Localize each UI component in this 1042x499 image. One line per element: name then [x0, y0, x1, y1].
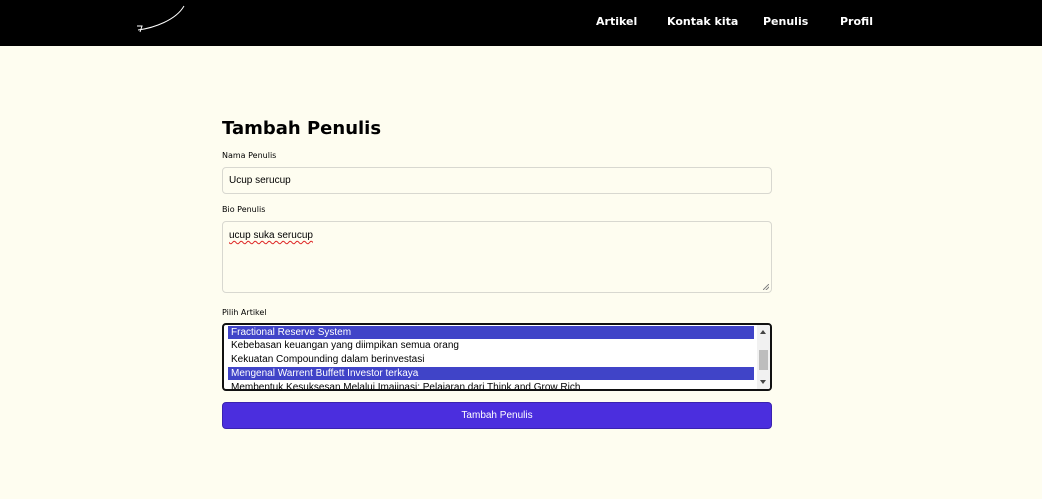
nav-artikel[interactable]: Artikel: [596, 15, 637, 28]
bio-label: Bio Penulis: [222, 205, 266, 214]
nav-penulis[interactable]: Penulis: [763, 15, 808, 28]
resize-grip-icon[interactable]: [763, 284, 769, 290]
article-option[interactable]: Mengenal Warrent Buffett Investor terkay…: [228, 367, 754, 380]
article-option[interactable]: Membentuk Kesuksesan Melalui Imajinasi: …: [228, 381, 754, 389]
name-label: Nama Penulis: [222, 151, 277, 160]
nav-kontak-kita[interactable]: Kontak kita: [667, 15, 738, 28]
bio-textarea[interactable]: ucup suka serucup: [222, 221, 772, 293]
article-label: Pilih Artikel: [222, 308, 267, 317]
tambah-penulis-button[interactable]: Tambah Penulis: [222, 402, 772, 429]
logo-icon[interactable]: [132, 4, 188, 36]
article-multiselect[interactable]: Fractional Reserve System Kebebasan keua…: [222, 323, 772, 391]
scroll-up-icon[interactable]: [760, 330, 766, 334]
article-option[interactable]: Kebebasan keuangan yang diimpikan semua …: [228, 339, 754, 352]
name-input[interactable]: Ucup serucup: [222, 167, 772, 194]
article-option[interactable]: Kekuatan Compounding dalam berinvestasi: [228, 353, 754, 366]
article-option[interactable]: Fractional Reserve System: [228, 326, 754, 339]
scroll-thumb[interactable]: [759, 350, 768, 370]
nav-profil[interactable]: Profil: [840, 15, 873, 28]
page-title: Tambah Penulis: [222, 118, 382, 139]
navbar: Artikel Kontak kita Penulis Profil: [0, 0, 1042, 46]
select-scrollbar[interactable]: [757, 325, 770, 389]
scroll-down-icon[interactable]: [760, 380, 766, 384]
bio-text: ucup suka serucup: [229, 230, 313, 241]
